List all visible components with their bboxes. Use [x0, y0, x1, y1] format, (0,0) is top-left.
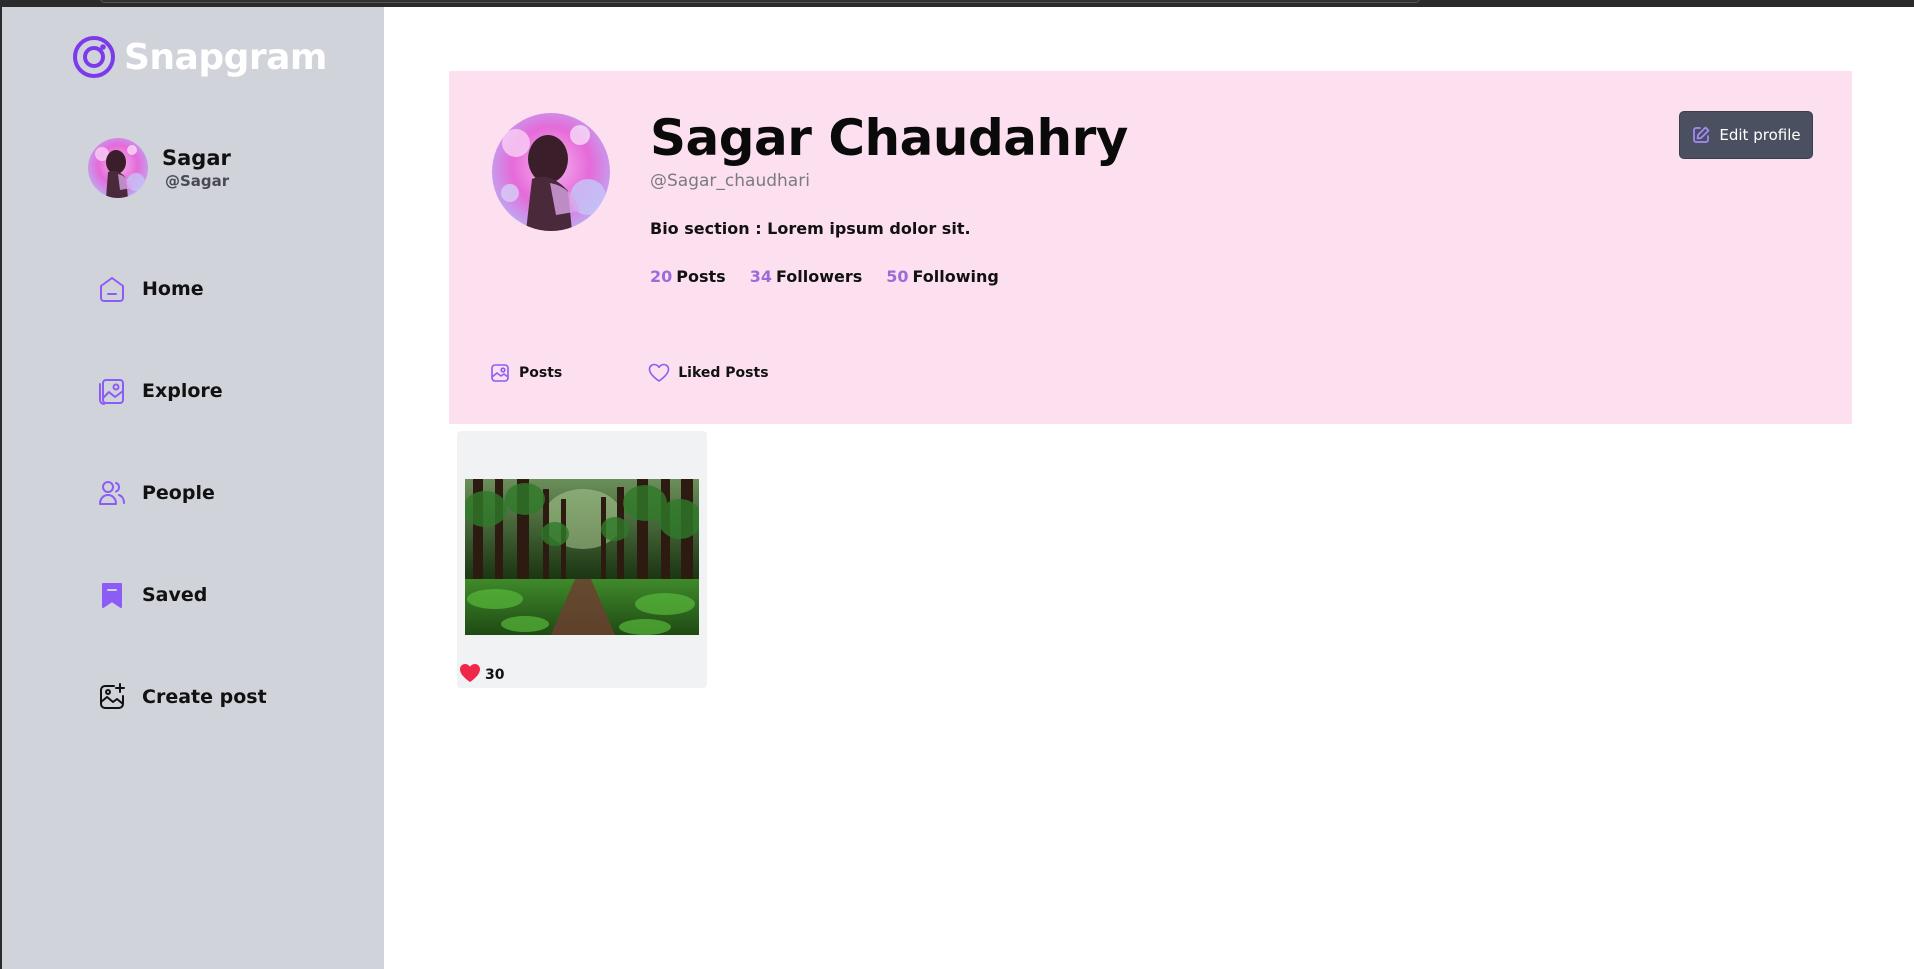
app-window: Snapgram Sagar @Sagar Home Explore Peopl…	[2, 7, 1914, 969]
stat-value: 50	[886, 267, 909, 286]
like-count: 30	[485, 667, 505, 683]
gallery-icon	[96, 375, 128, 407]
stat-label: Following	[912, 267, 999, 286]
avatar	[88, 138, 148, 198]
sidebar-item-label: Explore	[142, 380, 223, 402]
edit-profile-label: Edit profile	[1719, 126, 1801, 144]
app-name: Snapgram	[124, 36, 327, 78]
sidebar-item-label: Home	[142, 278, 204, 300]
sidebar-item-explore[interactable]: Explore	[96, 371, 267, 411]
tab-liked-posts[interactable]: Liked Posts	[648, 362, 769, 384]
sidebar-item-home[interactable]: Home	[96, 269, 267, 309]
profile-avatar	[492, 113, 610, 231]
profile-header: Sagar Chaudahry @Sagar_chaudhari Bio sec…	[449, 71, 1852, 424]
tab-label: Posts	[519, 365, 563, 381]
edit-icon	[1691, 125, 1711, 145]
stat-label: Posts	[676, 267, 726, 286]
sidebar-item-create-post[interactable]: Create post	[96, 677, 267, 717]
tab-posts[interactable]: Posts	[489, 362, 562, 384]
post-likes: 30	[459, 663, 504, 687]
stat-label: Followers	[775, 267, 863, 286]
sidebar-user-profile[interactable]: Sagar @Sagar	[88, 138, 231, 198]
posts-icon	[489, 362, 511, 384]
stat-value: 34	[749, 267, 772, 286]
profile-full-name: Sagar Chaudahry	[650, 109, 1128, 167]
like-heart-icon[interactable]	[459, 663, 481, 687]
post-card[interactable]: 30	[457, 431, 707, 688]
bookmark-icon	[96, 579, 128, 611]
sidebar: Snapgram Sagar @Sagar Home Explore Peopl…	[2, 7, 384, 969]
browser-top-bar	[0, 0, 1914, 7]
sidebar-user-handle: @Sagar	[165, 172, 230, 190]
stat-posts: 20 Posts	[650, 267, 726, 286]
image-add-icon	[96, 681, 128, 713]
sidebar-nav: Home Explore People Saved Create post	[96, 269, 267, 779]
tab-label: Liked Posts	[678, 365, 769, 381]
people-icon	[96, 477, 128, 509]
sidebar-item-people[interactable]: People	[96, 473, 267, 513]
sidebar-user-name: Sagar	[162, 146, 231, 170]
profile-bio: Bio section : Lorem ipsum dolor sit.	[650, 219, 971, 238]
stat-value: 20	[650, 267, 673, 286]
heart-outline-icon	[648, 362, 670, 384]
sidebar-item-label: Saved	[142, 584, 208, 606]
app-logo[interactable]: Snapgram	[72, 35, 327, 79]
address-bar[interactable]	[100, 0, 1420, 3]
edit-profile-button[interactable]: Edit profile	[1679, 111, 1813, 159]
profile-handle: @Sagar_chaudhari	[650, 171, 810, 191]
profile-stats: 20 Posts 34 Followers 50 Following	[650, 267, 1023, 286]
stat-following[interactable]: 50 Following	[886, 267, 999, 286]
sidebar-item-saved[interactable]: Saved	[96, 575, 267, 615]
profile-tabs: Posts Liked Posts	[489, 362, 855, 384]
post-image[interactable]	[465, 479, 699, 635]
sidebar-item-label: People	[142, 482, 215, 504]
stat-followers[interactable]: 34 Followers	[750, 267, 863, 286]
sidebar-item-label: Create post	[142, 686, 267, 708]
home-icon	[96, 273, 128, 305]
snapgram-logo-icon	[73, 36, 115, 78]
